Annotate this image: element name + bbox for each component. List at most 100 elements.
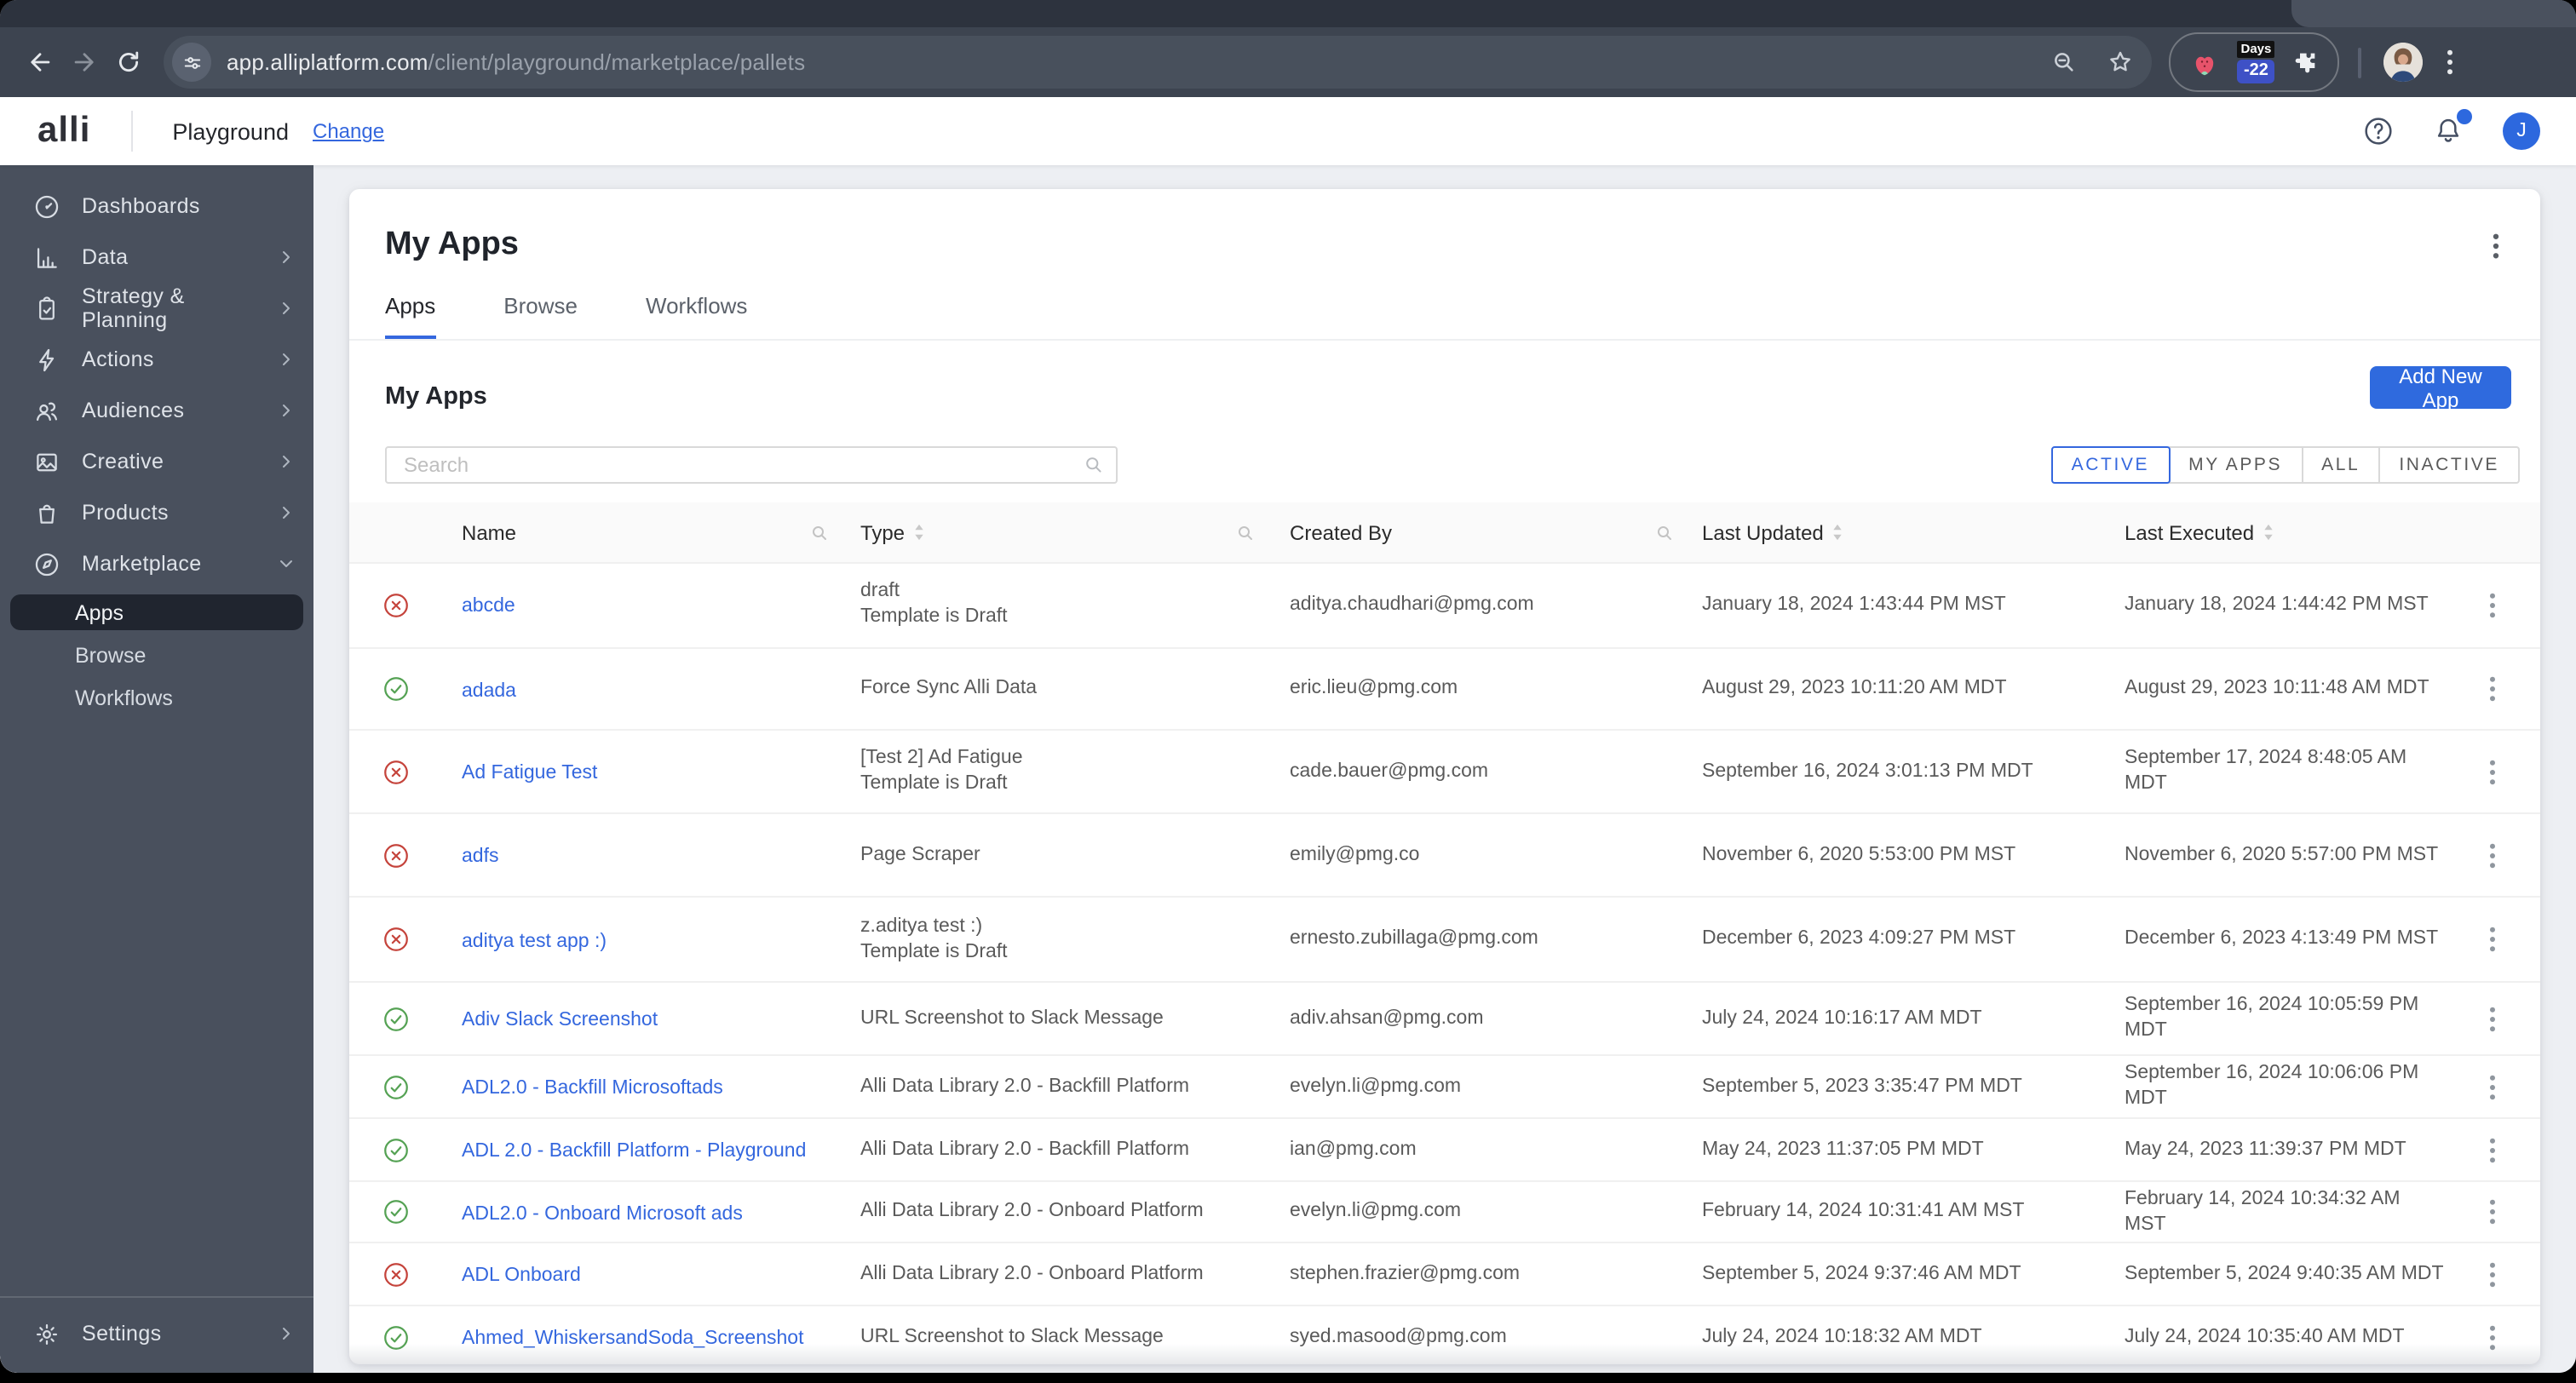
row-menu-kebab-icon[interactable] xyxy=(2445,759,2540,784)
row-menu-kebab-icon[interactable] xyxy=(2445,1006,2540,1031)
app-name-link[interactable]: ADL 2.0 - Backfill Platform - Playground xyxy=(462,1141,806,1162)
workspace: Dashboards Data Strategy & Planning Actions… xyxy=(0,165,2576,1373)
last-executed: September 16, 2024 10:05:59 PM MDT xyxy=(2125,995,2419,1041)
sidebar-item-browse[interactable]: Browse xyxy=(10,634,303,676)
sidebar-item-label: Audiences xyxy=(82,399,185,422)
alli-logo[interactable]: alli xyxy=(37,111,90,152)
sidebar-item-strategy-planning[interactable]: Strategy & Planning xyxy=(0,283,313,334)
app-name-link[interactable]: ADL Onboard xyxy=(462,1265,581,1286)
sidebar-item-dashboards[interactable]: Dashboards xyxy=(0,181,313,232)
sidebar-item-label: Marketplace xyxy=(82,552,202,576)
sidebar-item-actions[interactable]: Actions xyxy=(0,334,313,385)
column-last-updated[interactable]: Last Updated xyxy=(1688,502,2111,562)
days-badge-count: -22 xyxy=(2237,59,2275,83)
app-name-link[interactable]: ADL2.0 - Backfill Microsoftads xyxy=(462,1078,723,1099)
column-name-search-icon[interactable] xyxy=(809,522,830,542)
filter-all[interactable]: ALL xyxy=(2301,446,2381,484)
user-avatar[interactable]: J xyxy=(2503,112,2540,150)
zoom-out-icon[interactable] xyxy=(2050,48,2079,77)
table-row: adfs Page Scraper emily@pmg.co November 6, … xyxy=(349,814,2540,898)
app-name-link[interactable]: Adiv Slack Screenshot xyxy=(462,1010,658,1030)
column-created-by[interactable]: Created By xyxy=(1269,502,1688,562)
row-menu-kebab-icon[interactable] xyxy=(2445,842,2540,868)
add-new-app-button[interactable]: Add New App xyxy=(2370,364,2511,411)
row-menu-kebab-icon[interactable] xyxy=(2445,1324,2540,1350)
sidebar-item-data[interactable]: Data xyxy=(0,232,313,283)
page-title: My Apps xyxy=(385,227,519,262)
filter-active[interactable]: ACTIVE xyxy=(2050,446,2171,484)
app-name-link[interactable]: ADL2.0 - Onboard Microsoft ads xyxy=(462,1203,743,1224)
days-extension-badge[interactable]: Days -22 xyxy=(2237,41,2275,83)
app-name-link[interactable]: Ad Fatigue Test xyxy=(462,763,597,783)
app-name-link[interactable]: adada xyxy=(462,680,516,701)
browser-profile-avatar[interactable] xyxy=(2383,43,2424,82)
sidebar-item-creative[interactable]: Creative xyxy=(0,436,313,487)
row-menu-kebab-icon[interactable] xyxy=(2445,927,2540,952)
column-created-by-search-icon[interactable] xyxy=(1654,522,1675,542)
site-settings-icon[interactable] xyxy=(172,43,211,82)
sidebar-item-label: Dashboards xyxy=(82,194,200,218)
tab-apps[interactable]: Apps xyxy=(385,293,435,339)
column-type[interactable]: Type xyxy=(843,502,1269,562)
back-icon[interactable] xyxy=(17,40,61,84)
my-apps-card: My Apps Apps Browse Workflows My Apps Ad… xyxy=(349,189,2540,1364)
app-type: Alli Data Library 2.0 - Onboard Platform xyxy=(843,1199,1269,1225)
column-last-executed-sort-icon[interactable] xyxy=(2263,523,2274,542)
row-menu-kebab-icon[interactable] xyxy=(2445,592,2540,617)
last-executed: August 29, 2023 10:11:48 AM MDT xyxy=(2125,678,2429,698)
created-by: ernesto.zubillaga@pmg.com xyxy=(1290,928,1538,949)
row-menu-kebab-icon[interactable] xyxy=(2445,1261,2540,1287)
filter-my-apps[interactable]: MY APPS xyxy=(2168,446,2303,484)
app-name-link[interactable]: abcde xyxy=(462,596,515,617)
reload-icon[interactable] xyxy=(106,40,150,84)
column-last-updated-sort-icon[interactable] xyxy=(1832,523,1844,542)
row-menu-kebab-icon[interactable] xyxy=(2445,1199,2540,1225)
address-bar[interactable]: app.alliplatform.com/client/playground/m… xyxy=(164,36,2152,89)
chevron-right-icon xyxy=(276,400,296,421)
app-name-link[interactable]: Ahmed_WhiskersandSoda_Screenshot xyxy=(462,1328,803,1349)
sidebar-item-label: Products xyxy=(82,501,169,525)
tab-browse[interactable]: Browse xyxy=(503,293,578,339)
extensions-puzzle-icon[interactable] xyxy=(2292,49,2320,76)
sidebar-item-apps[interactable]: Apps xyxy=(10,594,303,630)
notifications-bell-icon[interactable] xyxy=(2431,109,2472,148)
forward-icon[interactable] xyxy=(61,40,106,84)
type-line: Alli Data Library 2.0 - Backfill Platfor… xyxy=(860,1076,1190,1096)
help-icon[interactable] xyxy=(2361,114,2395,148)
sidebar-item-audiences[interactable]: Audiences xyxy=(0,385,313,436)
column-type-search-icon[interactable] xyxy=(1235,522,1256,542)
gear-icon xyxy=(32,1319,61,1348)
column-last-executed[interactable]: Last Executed xyxy=(2111,502,2445,562)
column-type-sort-icon[interactable] xyxy=(913,523,925,542)
row-menu-kebab-icon[interactable] xyxy=(2445,1137,2540,1162)
sidebar-item-products[interactable]: Products xyxy=(0,487,313,538)
filter-inactive[interactable]: INACTIVE xyxy=(2378,446,2520,484)
app-name-link[interactable]: aditya test app :) xyxy=(462,931,607,951)
status-ok-icon xyxy=(349,1137,428,1162)
card-menu-kebab-icon[interactable] xyxy=(2493,233,2499,259)
sidebar-item-workflows[interactable]: Workflows xyxy=(10,676,303,719)
app-header: alli Playground Change J xyxy=(0,97,2576,165)
created-by: evelyn.li@pmg.com xyxy=(1290,1201,1462,1221)
search-input[interactable] xyxy=(385,446,1118,484)
column-name[interactable]: Name xyxy=(428,502,843,562)
row-menu-kebab-icon[interactable] xyxy=(2445,676,2540,702)
sidebar-item-marketplace[interactable]: Marketplace xyxy=(0,538,313,589)
change-workspace-link[interactable]: Change xyxy=(313,119,384,143)
sidebar-item-settings[interactable]: Settings xyxy=(0,1308,313,1359)
bookmark-star-icon[interactable] xyxy=(2106,48,2135,77)
table-row: Ahmed_WhiskersandSoda_Screenshot URL Scre… xyxy=(349,1306,2540,1364)
browser-menu-kebab-icon[interactable] xyxy=(2447,49,2454,75)
strawberry-extension-icon[interactable] xyxy=(2189,47,2220,77)
created-by: evelyn.li@pmg.com xyxy=(1290,1076,1462,1096)
toolbar-separator xyxy=(2358,47,2362,77)
search-icon[interactable] xyxy=(1082,453,1106,477)
status-ok-icon xyxy=(349,1199,428,1225)
last-executed: December 6, 2023 4:13:49 PM MST xyxy=(2125,928,2439,949)
table-row: ADL2.0 - Backfill Microsoftads Alli Data … xyxy=(349,1056,2540,1119)
tab-workflows[interactable]: Workflows xyxy=(646,293,747,339)
workspace-name: Playground xyxy=(172,118,289,144)
row-menu-kebab-icon[interactable] xyxy=(2445,1074,2540,1099)
url-domain: app.alliplatform.com xyxy=(227,49,428,75)
app-name-link[interactable]: adfs xyxy=(462,846,499,867)
